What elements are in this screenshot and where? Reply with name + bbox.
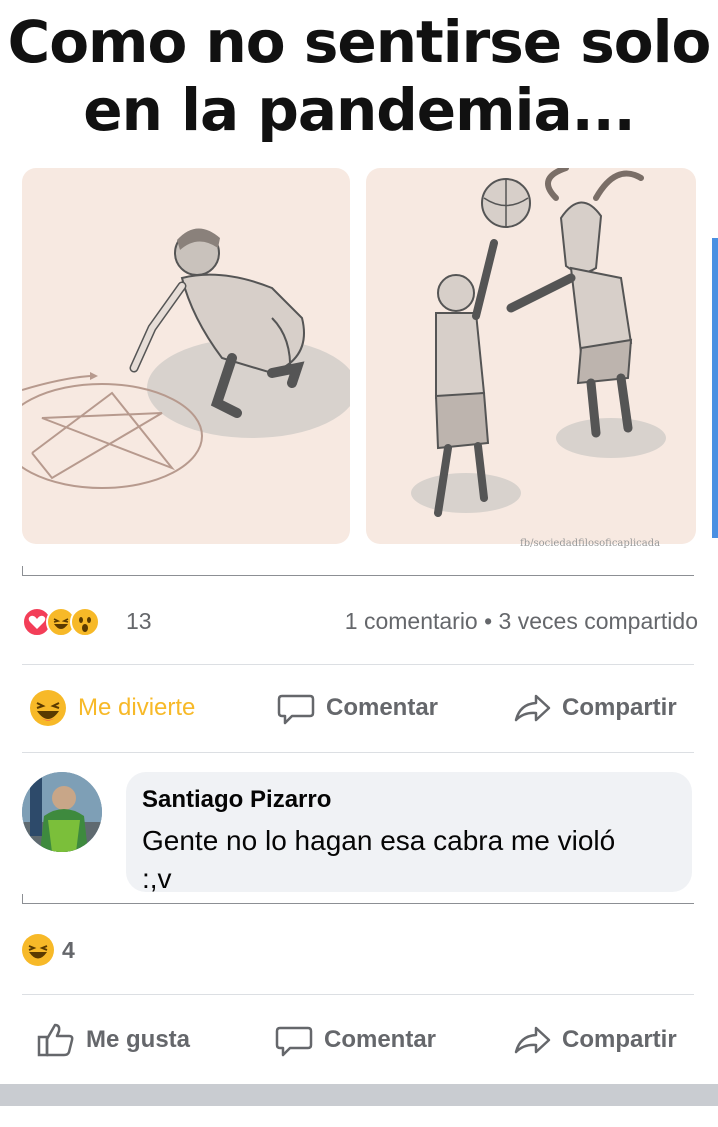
meme-title: Como no sentirse solo en la pandemia... xyxy=(0,8,718,144)
comment-frame-left-tick xyxy=(22,894,23,904)
divider-top xyxy=(22,664,694,665)
image-frame-left-tick xyxy=(22,566,23,576)
reaction-icons xyxy=(22,602,100,642)
meme-title-line-2: en la pandemia... xyxy=(83,76,635,144)
comment: Santiago Pizarro Gente no lo hagan esa c… xyxy=(22,772,698,902)
divider-bottom xyxy=(22,994,694,995)
comment-reaction-count: 4 xyxy=(62,936,75,963)
share-button[interactable]: Compartir xyxy=(512,678,677,738)
footer-share-label: Compartir xyxy=(562,1026,677,1053)
thumbs-up-icon xyxy=(36,1020,76,1060)
bottom-separator xyxy=(0,1084,718,1106)
comment-button[interactable]: Comentar xyxy=(276,678,438,738)
haha-icon xyxy=(28,688,68,728)
summoning-illustration xyxy=(22,228,350,489)
footer-share-button[interactable]: Compartir xyxy=(512,1010,677,1070)
share-label: Compartir xyxy=(562,694,677,721)
comic-panel-left xyxy=(22,168,350,544)
reaction-count: 13 xyxy=(126,608,152,634)
haha-react-button[interactable]: Me divierte xyxy=(28,678,195,738)
share-icon xyxy=(512,1020,552,1060)
footer-comment-label: Comentar xyxy=(324,1026,437,1053)
post-action-bar: Me divierte Comentar Compartir xyxy=(22,678,698,738)
like-label: Me gusta xyxy=(86,1026,191,1053)
share-icon xyxy=(512,688,552,728)
image-frame-bottom xyxy=(22,575,694,576)
avatar[interactable] xyxy=(22,772,102,852)
comment-icon xyxy=(274,1020,314,1060)
comment-icon xyxy=(276,688,316,728)
comments-shares-count[interactable]: 1 comentario • 3 veces compartido xyxy=(345,608,698,635)
scroll-accent xyxy=(712,238,718,538)
react-label: Me divierte xyxy=(78,694,196,721)
reactions-summary[interactable]: 13 1 comentario • 3 veces compartido xyxy=(22,602,698,642)
footer-comment-button[interactable]: Comentar xyxy=(274,1010,436,1070)
comic-panel-right xyxy=(366,168,696,544)
comment-author[interactable]: Santiago Pizarro xyxy=(142,786,331,814)
comment-label: Comentar xyxy=(326,694,439,721)
wow-icon xyxy=(70,607,100,637)
comment-frame-bottom xyxy=(22,903,694,904)
comment-reactions[interactable]: 4 xyxy=(22,930,75,970)
meme-title-line-1: Como no sentirse solo xyxy=(7,8,712,76)
watermark: fb/sociedadfilosoficaplicada xyxy=(520,538,661,549)
basketball-illustration xyxy=(411,168,666,517)
comment-text: Gente no lo hagan esa cabra me violó :,v xyxy=(142,825,616,894)
divider-middle xyxy=(22,752,694,753)
haha-icon xyxy=(22,934,54,966)
like-button[interactable]: Me gusta xyxy=(36,1010,190,1070)
comment-bubble: Santiago Pizarro Gente no lo hagan esa c… xyxy=(126,772,692,894)
footer-action-bar: Me gusta Comentar Compartir xyxy=(22,1010,698,1070)
